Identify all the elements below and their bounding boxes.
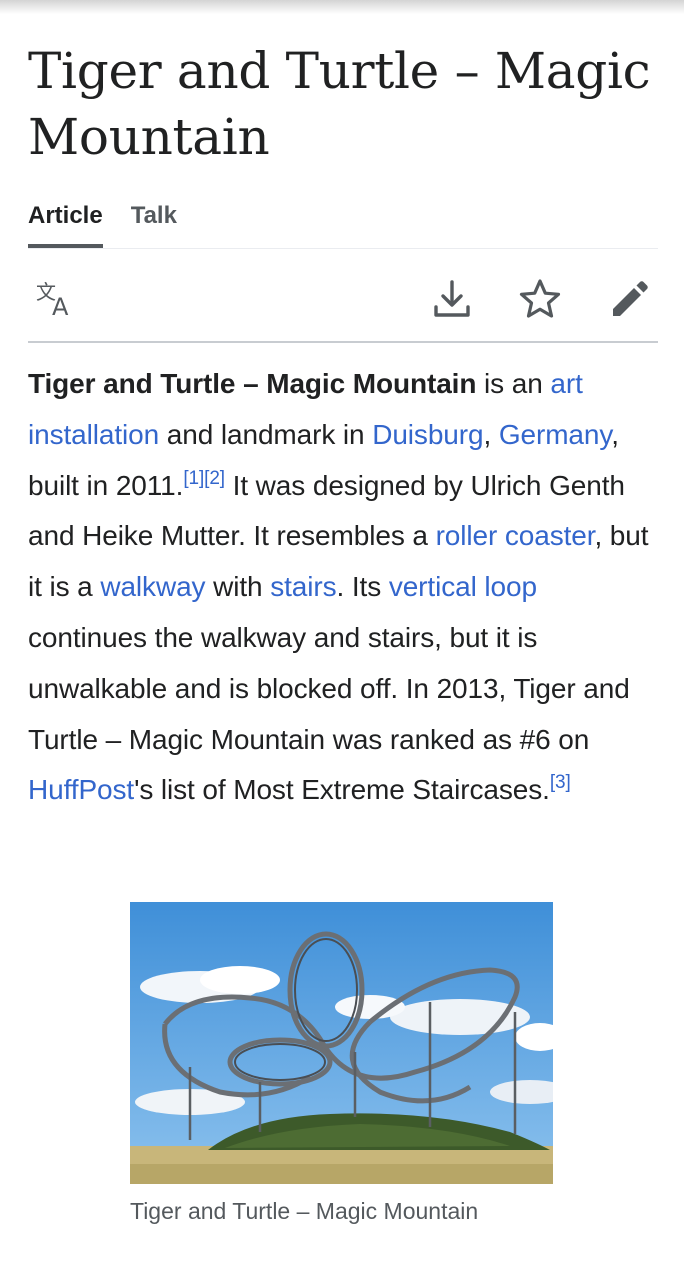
link-huffpost[interactable]: HuffPost <box>28 774 134 805</box>
link-stairs[interactable]: stairs <box>270 571 336 602</box>
star-icon[interactable] <box>518 277 562 321</box>
text-run: and landmark in <box>159 418 373 450</box>
reference-3[interactable]: [3] <box>550 772 571 793</box>
reference-1[interactable]: [1] <box>183 468 204 489</box>
text-run: continues the walkway and stairs, but it… <box>28 621 630 755</box>
text-run: . Its <box>336 571 389 603</box>
text-run: with <box>205 571 271 603</box>
edit-pencil-icon[interactable] <box>608 277 652 321</box>
link-duisburg[interactable]: Duisburg <box>372 419 483 450</box>
text-run: 's list of Most Extreme Staircases. <box>134 774 550 806</box>
article-tabs: Article Talk <box>28 194 658 249</box>
translate-icon[interactable]: 文 A <box>34 277 78 321</box>
article-figure: Tiger and Turtle – Magic Mountain <box>130 902 553 1225</box>
text-run: is an <box>476 368 551 399</box>
tab-article[interactable]: Article <box>28 194 103 248</box>
figure-caption: Tiger and Turtle – Magic Mountain <box>130 1198 479 1224</box>
sculpture-photo[interactable] <box>130 902 553 1184</box>
article-lead-paragraph: Tiger and Turtle – Magic Mountain is an … <box>28 359 658 816</box>
reference-2[interactable]: [2] <box>204 468 225 489</box>
article-toolbar: 文 A <box>28 249 658 343</box>
text-run: , <box>483 418 499 450</box>
article-page: Tiger and Turtle – Magic Mountain Articl… <box>28 38 658 816</box>
svg-text:A: A <box>52 293 69 321</box>
link-germany[interactable]: Germany <box>499 419 611 450</box>
download-icon[interactable] <box>430 277 474 321</box>
link-vertical-loop[interactable]: vertical loop <box>389 571 537 602</box>
link-roller-coaster[interactable]: roller coaster <box>436 520 595 551</box>
page-title: Tiger and Turtle – Magic Mountain <box>28 42 651 166</box>
status-bar-shadow <box>0 0 684 14</box>
tab-talk[interactable]: Talk <box>131 194 177 248</box>
link-walkway[interactable]: walkway <box>100 571 205 602</box>
bold-term: Tiger and Turtle – Magic Mountain <box>28 368 477 399</box>
